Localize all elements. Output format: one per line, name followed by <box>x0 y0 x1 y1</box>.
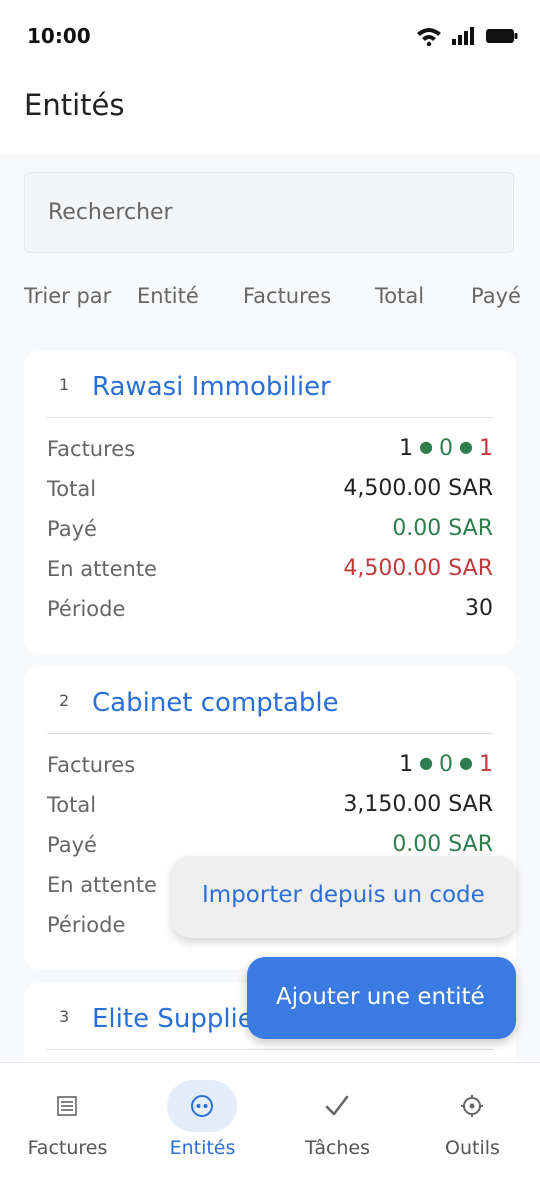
import-from-code-button[interactable]: Importer depuis un code <box>172 856 516 938</box>
attente-label: En attente <box>47 873 157 897</box>
entity-index: 2 <box>59 691 70 710</box>
factures-counts: 1 ● 0 ● 1 <box>399 752 493 777</box>
import-label: Importer depuis un code <box>202 882 485 908</box>
divider <box>47 1049 493 1050</box>
battery-icon <box>486 29 518 43</box>
total-label: Total <box>47 793 97 817</box>
entity-card[interactable]: 1 Rawasi Immobilier Factures 1 ● 0 ● 1 Total… <box>24 351 516 653</box>
dot-separator: ● <box>459 437 473 456</box>
app-bar: Entités <box>0 72 540 154</box>
factures-label: Factures <box>47 753 136 777</box>
periode-value: 30 <box>465 596 493 621</box>
periode-label: Période <box>47 913 126 937</box>
entities-icon <box>167 1080 237 1132</box>
sort-option-total[interactable]: Total <box>375 284 424 308</box>
nav-label: Outils <box>445 1137 500 1159</box>
factures-paid-count: 0 <box>439 752 454 777</box>
bottom-nav: Factures Entités Tâches Outils <box>0 1062 540 1182</box>
divider <box>47 417 493 418</box>
entity-index: 1 <box>59 375 70 394</box>
status-time: 10:00 <box>27 24 91 48</box>
dot-separator: ● <box>419 753 434 772</box>
total-label: Total <box>47 477 97 501</box>
gear-icon <box>437 1080 507 1132</box>
nav-item-taches[interactable]: Tâches <box>270 1063 405 1182</box>
nav-label: Entités <box>169 1137 236 1159</box>
list-icon <box>32 1080 102 1132</box>
entity-name[interactable]: Elite Supplie <box>92 1004 254 1034</box>
page-title: Entités <box>24 88 125 122</box>
paye-label: Payé <box>47 517 97 541</box>
total-value: 3,150.00 SAR <box>343 792 493 817</box>
sort-row: Trier par Entité Factures Total Payé <box>0 284 540 314</box>
paye-label: Payé <box>47 833 97 857</box>
attente-value: 4,500.00 SAR <box>343 556 493 581</box>
attente-label: En attente <box>47 557 157 581</box>
periode-label: Période <box>47 597 126 621</box>
nav-item-outils[interactable]: Outils <box>405 1063 540 1182</box>
add-entity-button[interactable]: Ajouter une entité <box>247 957 516 1039</box>
wifi-icon <box>417 28 441 46</box>
nav-label: Factures <box>27 1137 108 1159</box>
nav-item-entites[interactable]: Entités <box>135 1063 270 1182</box>
sort-option-paye[interactable]: Payé <box>471 284 521 308</box>
factures-pending-count: 1 <box>479 436 493 461</box>
total-value: 4,500.00 SAR <box>343 476 493 501</box>
entity-index: 3 <box>59 1007 70 1026</box>
check-icon <box>302 1080 372 1132</box>
paye-value: 0.00 SAR <box>392 832 493 857</box>
status-bar: 10:00 <box>0 0 540 72</box>
sort-option-entite[interactable]: Entité <box>137 284 199 308</box>
nav-label: Tâches <box>304 1137 371 1159</box>
signal-icon <box>452 27 474 45</box>
search-placeholder: Rechercher <box>48 200 173 225</box>
dot-separator: ● <box>459 753 473 772</box>
sort-label: Trier par <box>24 284 112 308</box>
search-input[interactable]: Rechercher <box>24 172 514 253</box>
add-label: Ajouter une entité <box>276 984 485 1010</box>
nav-item-factures[interactable]: Factures <box>0 1063 135 1182</box>
factures-label: Factures <box>47 437 136 461</box>
sort-option-factures[interactable]: Factures <box>243 284 331 308</box>
factures-pending-count: 1 <box>479 752 493 777</box>
factures-total-count: 1 <box>399 436 414 461</box>
factures-paid-count: 0 <box>439 436 454 461</box>
entity-name[interactable]: Rawasi Immobilier <box>92 372 331 402</box>
entity-name[interactable]: Cabinet comptable <box>92 688 339 718</box>
divider <box>47 733 493 734</box>
factures-total-count: 1 <box>399 752 414 777</box>
factures-counts: 1 ● 0 ● 1 <box>399 436 493 461</box>
paye-value: 0.00 SAR <box>392 516 493 541</box>
status-icons <box>416 26 518 46</box>
dot-separator: ● <box>419 437 434 456</box>
